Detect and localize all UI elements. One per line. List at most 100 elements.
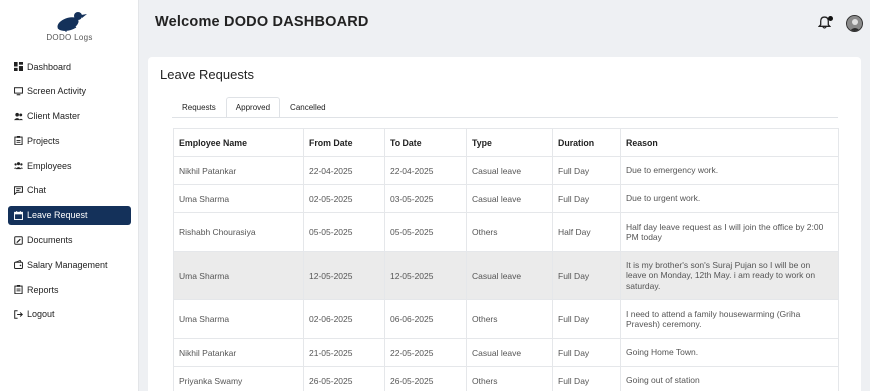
cell-reason: Due to urgent work. bbox=[620, 184, 839, 213]
cell-reason: I need to attend a family housewarming (… bbox=[620, 299, 839, 339]
table-row[interactable]: Priyanka Swamy 26-05-2025 26-05-2025 Oth… bbox=[173, 366, 839, 391]
cell-from-date: 26-05-2025 bbox=[303, 366, 385, 391]
column-header: Employee Name bbox=[173, 128, 304, 157]
cell-reason: It is my brother's son's Suraj Pujan so … bbox=[620, 251, 839, 300]
cell-employee: Uma Sharma bbox=[173, 299, 304, 339]
sidebar-item-employees[interactable]: Employees bbox=[8, 156, 131, 175]
wallet-icon bbox=[14, 260, 23, 270]
cell-reason: Going Home Town. bbox=[620, 338, 839, 367]
cell-reason: Half day leave request as I will join th… bbox=[620, 212, 839, 252]
cell-duration: Full Day bbox=[552, 156, 621, 185]
column-header: Reason bbox=[620, 128, 839, 157]
cell-employee: Rishabh Chourasiya bbox=[173, 212, 304, 252]
cell-type: Casual leave bbox=[466, 251, 553, 300]
cell-duration: Full Day bbox=[552, 299, 621, 339]
cell-to-date: 05-05-2025 bbox=[384, 212, 467, 252]
cell-to-date: 03-05-2025 bbox=[384, 184, 467, 213]
sidebar-item-label: Employees bbox=[27, 160, 72, 171]
sidebar-item-label: Screen Activity bbox=[27, 86, 87, 97]
calendar-icon bbox=[14, 210, 23, 220]
sidebar-item-client-master[interactable]: Client Master bbox=[8, 107, 131, 126]
cell-to-date: 22-04-2025 bbox=[384, 156, 467, 185]
notification-dot bbox=[828, 16, 833, 21]
sidebar-item-label: Documents bbox=[27, 235, 73, 246]
cell-to-date: 12-05-2025 bbox=[384, 251, 467, 300]
table-header-row: Employee Name From Date To Date Type Dur… bbox=[173, 128, 839, 157]
table-row[interactable]: Uma Sharma 02-05-2025 03-05-2025 Casual … bbox=[173, 184, 839, 213]
cell-employee: Nikhil Patankar bbox=[173, 338, 304, 367]
section-title: Leave Requests bbox=[160, 67, 254, 82]
sidebar-item-salary-management[interactable]: Salary Management bbox=[8, 255, 131, 274]
tab-cancelled[interactable]: Cancelled bbox=[280, 97, 336, 117]
cell-to-date: 06-06-2025 bbox=[384, 299, 467, 339]
cell-from-date: 02-06-2025 bbox=[303, 299, 385, 339]
cell-employee: Priyanka Swamy bbox=[173, 366, 304, 391]
avatar[interactable] bbox=[846, 15, 863, 32]
cell-duration: Half Day bbox=[552, 212, 621, 252]
cell-to-date: 22-05-2025 bbox=[384, 338, 467, 367]
logo-text: DODO Logs bbox=[46, 33, 93, 42]
sidebar-item-logout[interactable]: Logout bbox=[8, 305, 131, 324]
page-title: Welcome DODO DASHBOARD bbox=[155, 14, 369, 30]
monitor-icon bbox=[14, 87, 23, 96]
leave-requests-card: Leave Requests Requests Approved Cancell… bbox=[148, 57, 861, 391]
user-avatar-icon bbox=[847, 16, 862, 31]
tab-approved[interactable]: Approved bbox=[225, 97, 281, 117]
cell-employee: Uma Sharma bbox=[173, 184, 304, 213]
clients-icon bbox=[14, 112, 23, 121]
sidebar-item-label: Client Master bbox=[27, 111, 81, 122]
dashboard-icon bbox=[14, 62, 23, 71]
cell-duration: Full Day bbox=[552, 184, 621, 213]
tab-requests[interactable]: Requests bbox=[172, 97, 226, 117]
group-icon bbox=[14, 161, 23, 170]
report-icon bbox=[14, 285, 23, 295]
sidebar-item-label: Projects bbox=[27, 135, 60, 146]
cell-to-date: 26-05-2025 bbox=[384, 366, 467, 391]
leave-tabs: Requests Approved Cancelled bbox=[172, 97, 336, 117]
sidebar-item-projects[interactable]: Projects bbox=[8, 131, 131, 150]
sidebar-item-label: Chat bbox=[27, 185, 47, 196]
cell-reason: Going out of station bbox=[620, 366, 839, 391]
table-row[interactable]: Nikhil Patankar 22-04-2025 22-04-2025 Ca… bbox=[173, 156, 839, 185]
sidebar-item-documents[interactable]: Documents bbox=[8, 231, 131, 250]
cell-duration: Full Day bbox=[552, 251, 621, 300]
cell-from-date: 05-05-2025 bbox=[303, 212, 385, 252]
column-header: Type bbox=[466, 128, 553, 157]
sidebar-item-label: Leave Request bbox=[27, 210, 88, 221]
sidebar-item-reports[interactable]: Reports bbox=[8, 280, 131, 299]
sidebar: DODO Logs Dashboard Screen Activity Clie… bbox=[0, 0, 139, 391]
sidebar-item-screen-activity[interactable]: Screen Activity bbox=[8, 82, 131, 101]
cell-duration: Full Day bbox=[552, 366, 621, 391]
sidebar-item-chat[interactable]: Chat bbox=[8, 181, 131, 200]
cell-type: Others bbox=[466, 366, 553, 391]
document-icon bbox=[14, 235, 23, 245]
table-row[interactable]: Uma Sharma 02-06-2025 06-06-2025 Others … bbox=[173, 299, 839, 339]
cell-type: Casual leave bbox=[466, 338, 553, 367]
cell-employee: Uma Sharma bbox=[173, 251, 304, 300]
cell-from-date: 22-04-2025 bbox=[303, 156, 385, 185]
table-row[interactable]: Uma Sharma 12-05-2025 12-05-2025 Casual … bbox=[173, 251, 839, 300]
cell-employee: Nikhil Patankar bbox=[173, 156, 304, 185]
cell-type: Casual leave bbox=[466, 156, 553, 185]
cell-type: Others bbox=[466, 299, 553, 339]
cell-duration: Full Day bbox=[552, 338, 621, 367]
cell-type: Others bbox=[466, 212, 553, 252]
cell-reason: Due to emergency work. bbox=[620, 156, 839, 185]
table-row[interactable]: Rishabh Chourasiya 05-05-2025 05-05-2025… bbox=[173, 212, 839, 252]
cell-from-date: 02-05-2025 bbox=[303, 184, 385, 213]
table-row[interactable]: Nikhil Patankar 21-05-2025 22-05-2025 Ca… bbox=[173, 338, 839, 367]
sidebar-nav: Dashboard Screen Activity Client Master … bbox=[8, 57, 131, 330]
cell-type: Casual leave bbox=[466, 184, 553, 213]
logout-icon bbox=[14, 310, 23, 319]
column-header: Duration bbox=[552, 128, 621, 157]
sidebar-item-label: Salary Management bbox=[27, 259, 108, 270]
sidebar-item-leave-request[interactable]: Leave Request bbox=[8, 205, 131, 225]
clipboard-icon bbox=[14, 136, 23, 146]
sidebar-item-label: Reports bbox=[27, 284, 59, 295]
cell-from-date: 12-05-2025 bbox=[303, 251, 385, 300]
tab-divider bbox=[172, 117, 838, 118]
sidebar-item-dashboard[interactable]: Dashboard bbox=[8, 57, 131, 76]
top-bar: Welcome DODO DASHBOARD bbox=[140, 0, 870, 48]
leave-table: Employee Name From Date To Date Type Dur… bbox=[173, 128, 839, 391]
chat-icon bbox=[14, 186, 23, 195]
